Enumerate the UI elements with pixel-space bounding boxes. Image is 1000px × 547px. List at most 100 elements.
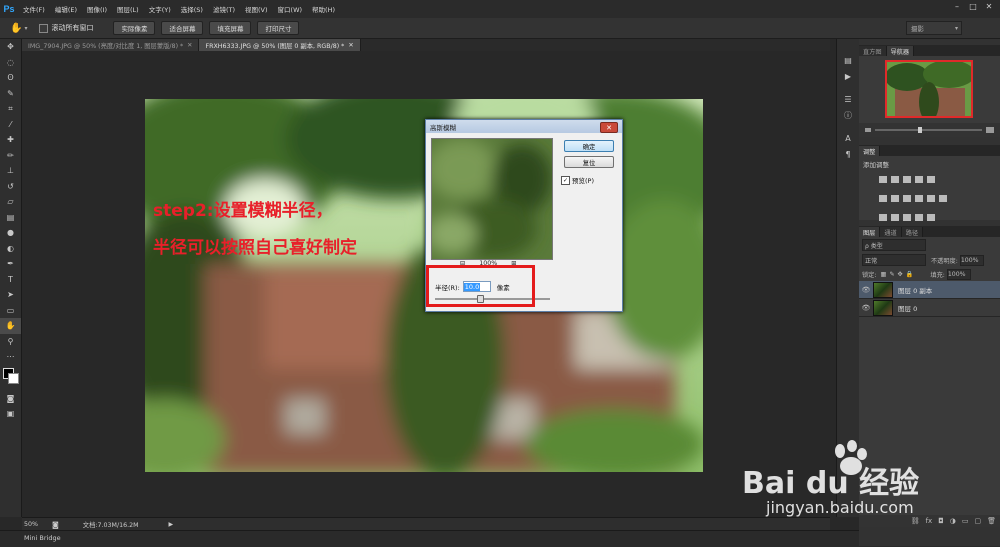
dialog-titlebar[interactable]: 高斯模糊 ✕ xyxy=(426,120,622,133)
close-tab-icon[interactable]: ✕ xyxy=(187,42,192,49)
print-size-button[interactable]: 打印尺寸 xyxy=(257,21,300,35)
navigator-zoom-slider[interactable] xyxy=(875,127,982,133)
healing-brush-tool-icon[interactable]: ✚ xyxy=(0,132,21,148)
fit-screen-button[interactable]: 适合屏幕 xyxy=(161,21,204,35)
eye-icon[interactable]: 👁 xyxy=(859,304,873,312)
pen-tool-icon[interactable]: ✒ xyxy=(0,256,21,272)
color-lookup-icon[interactable] xyxy=(939,195,947,202)
blur-preview[interactable] xyxy=(427,138,553,260)
menu-item[interactable]: 视图(V) xyxy=(240,4,273,14)
stamp-tool-icon[interactable]: ⊥ xyxy=(0,163,21,179)
levels-icon[interactable] xyxy=(891,176,899,183)
navigator-thumbnail[interactable] xyxy=(885,60,973,118)
tab-frxh6333[interactable]: FRXH6333.JPG @ 50% (图层 0 副本, RGB/8) * ✕ xyxy=(199,39,361,51)
status-menu-icon[interactable]: ◙ xyxy=(52,521,59,529)
zoom-in-small-icon[interactable] xyxy=(986,127,994,133)
zoom-tool-icon[interactable]: ⚲ xyxy=(0,334,21,350)
tab-channels[interactable]: 通道 xyxy=(880,227,902,237)
preview-checkbox[interactable]: ✓ 预览(P) xyxy=(561,175,594,185)
screen-mode-icon[interactable]: ▣ xyxy=(0,406,21,422)
character-icon[interactable]: A xyxy=(837,131,859,147)
gradient-tool-icon[interactable]: ▤ xyxy=(0,210,21,226)
path-select-tool-icon[interactable]: ➤ xyxy=(0,287,21,303)
menu-item[interactable]: 图像(I) xyxy=(82,4,112,14)
menu-item[interactable]: 帮助(H) xyxy=(307,4,340,14)
eyedropper-tool-icon[interactable]: ⁄ xyxy=(0,117,21,133)
tab-paths[interactable]: 路径 xyxy=(901,227,924,237)
tool-preset-chevron-icon[interactable]: ▾ xyxy=(24,25,27,32)
menu-item[interactable]: 滤镜(T) xyxy=(208,4,240,14)
tab-adjustments[interactable]: 调整 xyxy=(859,146,881,156)
fill-input[interactable]: 100% xyxy=(946,268,971,280)
menu-item[interactable]: 图层(L) xyxy=(112,4,144,14)
paragraph-icon[interactable]: ¶ xyxy=(837,147,859,163)
eye-icon[interactable]: 👁 xyxy=(859,286,873,294)
group-icon[interactable]: ▭ xyxy=(962,517,969,525)
menu-item[interactable]: 编辑(E) xyxy=(50,4,82,14)
dialog-close-button[interactable]: ✕ xyxy=(600,122,618,133)
status-arrow-icon[interactable]: ▶ xyxy=(169,521,174,528)
maximize-button[interactable]: □ xyxy=(966,0,980,12)
marquee-tool-icon[interactable]: ◌ xyxy=(0,55,21,71)
channel-mixer-icon[interactable] xyxy=(927,195,935,202)
hand-tool-icon[interactable]: ✋ xyxy=(0,318,21,334)
menu-item[interactable]: 文件(F) xyxy=(18,4,50,14)
tab-img-7904[interactable]: IMG_7904.JPG @ 50% (亮度/对比度 1, 图层蒙版/8) * … xyxy=(22,39,200,51)
mini-bridge-tab[interactable]: Mini Bridge xyxy=(24,534,61,542)
curves-icon[interactable] xyxy=(903,176,911,183)
vibrance-icon[interactable] xyxy=(927,176,935,183)
threshold-icon[interactable] xyxy=(903,214,911,221)
selective-color-icon[interactable] xyxy=(927,214,935,221)
reset-button[interactable]: 复位 xyxy=(564,156,614,168)
layer-filter-select[interactable]: ρ 类型 xyxy=(862,239,926,251)
dodge-tool-icon[interactable]: ◐ xyxy=(0,241,21,257)
brush-tool-icon[interactable]: ✏ xyxy=(0,148,21,164)
layer-row-copy[interactable]: 👁 图层 0 副本 xyxy=(859,281,1000,299)
tab-layers[interactable]: 图层 xyxy=(859,227,881,237)
quick-mask-icon[interactable]: ◙ xyxy=(0,391,21,407)
new-layer-icon[interactable]: ▢ xyxy=(974,517,981,525)
checkbox-icon[interactable] xyxy=(39,23,49,33)
move-tool-icon[interactable]: ✥ xyxy=(0,39,21,55)
exposure-icon[interactable] xyxy=(915,176,923,183)
ok-button[interactable]: 确定 xyxy=(564,140,614,152)
eraser-tool-icon[interactable]: ▱ xyxy=(0,194,21,210)
info-icon[interactable]: ⓘ xyxy=(837,108,859,124)
close-tab-icon[interactable]: ✕ xyxy=(348,42,353,49)
hue-saturation-icon[interactable] xyxy=(879,195,887,202)
gradient-map-icon[interactable] xyxy=(915,214,923,221)
checkmark-icon[interactable]: ✓ xyxy=(561,175,570,185)
close-window-button[interactable]: ✕ xyxy=(982,0,996,12)
menu-item[interactable]: 选择(S) xyxy=(176,4,208,14)
actual-pixels-button[interactable]: 实际像素 xyxy=(113,21,156,35)
crop-tool-icon[interactable]: ⌗ xyxy=(0,101,21,117)
quick-select-tool-icon[interactable]: ✎ xyxy=(0,86,21,102)
workspace-select[interactable]: 摄影 ▾ xyxy=(906,21,962,35)
actions-icon[interactable]: ▶ xyxy=(837,69,859,85)
tab-histogram[interactable]: 直方图 xyxy=(859,46,887,56)
zoom-level[interactable]: 50% xyxy=(24,521,38,528)
menu-item[interactable]: 窗口(W) xyxy=(273,4,308,14)
history-icon[interactable]: ▤ xyxy=(837,53,859,69)
history-brush-tool-icon[interactable]: ↺ xyxy=(0,179,21,195)
blur-tool-icon[interactable]: ● xyxy=(0,225,21,241)
minimize-button[interactable]: – xyxy=(950,0,964,12)
brightness-icon[interactable] xyxy=(879,176,887,183)
properties-icon[interactable]: ☰ xyxy=(837,92,859,108)
black-white-icon[interactable] xyxy=(903,195,911,202)
layer-row-base[interactable]: 👁 图层 0 xyxy=(859,299,1000,317)
color-swatches[interactable] xyxy=(0,365,21,391)
posterize-icon[interactable] xyxy=(891,214,899,221)
color-balance-icon[interactable] xyxy=(891,195,899,202)
lasso-tool-icon[interactable]: ʘ xyxy=(0,70,21,86)
tab-navigator[interactable]: 导航器 xyxy=(886,46,915,56)
menu-item[interactable]: 文字(Y) xyxy=(144,4,176,14)
photo-filter-icon[interactable] xyxy=(915,195,923,202)
edit-toolbar-icon[interactable]: ⋯ xyxy=(0,349,21,365)
invert-icon[interactable] xyxy=(879,214,887,221)
type-tool-icon[interactable]: T xyxy=(0,272,21,288)
scroll-all-windows-checkbox[interactable]: 滚动所有窗口 xyxy=(39,23,93,33)
trash-icon[interactable]: 🗑 xyxy=(987,517,996,525)
shape-tool-icon[interactable]: ▭ xyxy=(0,303,21,319)
zoom-out-small-icon[interactable] xyxy=(865,128,871,132)
